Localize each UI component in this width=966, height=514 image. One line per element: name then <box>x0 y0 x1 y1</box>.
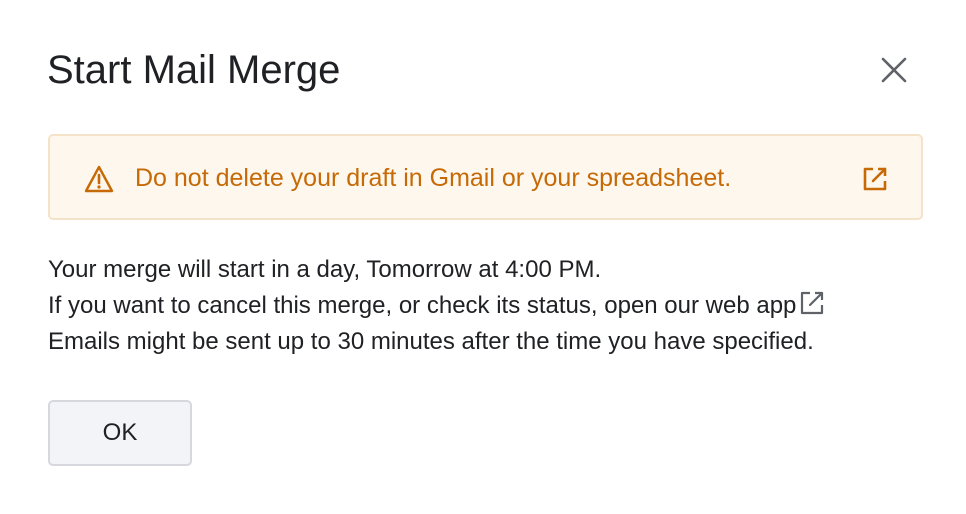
cancel-info-text: If you want to cancel this merge, or che… <box>48 292 797 319</box>
merge-info: Your merge will start in a day, Tomorrow… <box>48 252 826 360</box>
send-delay-text: Emails might be sent up to 30 minutes af… <box>48 328 814 355</box>
merge-start-text: Your merge will start in a day, Tomorrow… <box>48 256 602 283</box>
close-icon[interactable] <box>881 57 907 83</box>
mail-merge-dialog: Start Mail Merge Do not delete your draf… <box>0 0 966 514</box>
warning-triangle-icon <box>84 165 114 193</box>
close-button[interactable] <box>874 50 914 90</box>
cancel-info-line: If you want to cancel this merge, or che… <box>48 288 826 324</box>
warning-banner: Do not delete your draft in Gmail or you… <box>48 134 923 220</box>
page: Start Mail Merge Do not delete your draf… <box>0 0 966 514</box>
warning-message: Do not delete your draft in Gmail or you… <box>135 164 732 192</box>
external-link-icon[interactable] <box>860 164 890 194</box>
dialog-title: Start Mail Merge <box>47 48 341 92</box>
ok-button[interactable]: OK <box>48 400 192 466</box>
external-link-icon[interactable] <box>798 289 826 317</box>
